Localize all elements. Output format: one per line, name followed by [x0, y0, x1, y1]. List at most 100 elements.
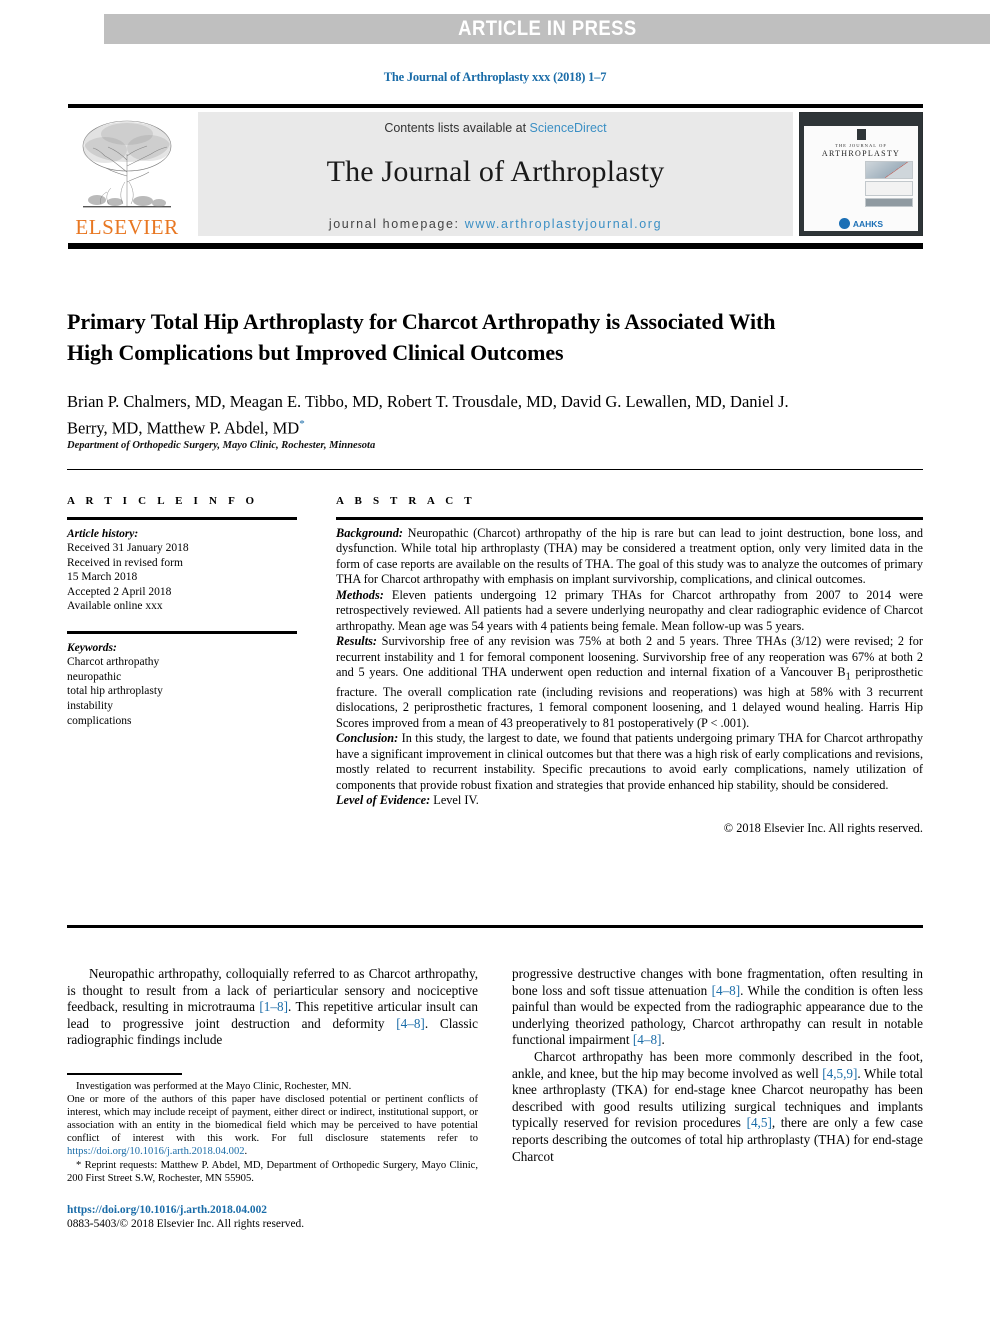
footnote-disclosure-text: One or more of the authors of this paper…	[67, 1094, 478, 1145]
body-column-left: Neuropathic arthropathy, colloquially re…	[67, 966, 478, 1231]
cover-title-line2: ARTHROPLASTY	[821, 149, 901, 158]
abstract-background: Background: Neuropathic (Charcot) arthro…	[336, 526, 923, 588]
abstract-results: Results: Survivorship free of any revisi…	[336, 634, 923, 731]
contents-available-line: Contents lists available at ScienceDirec…	[384, 121, 606, 135]
history-line: Received in revised form	[67, 556, 183, 569]
cover-figure-3	[865, 198, 913, 208]
body-paragraph: progressive destructive changes with bon…	[512, 966, 923, 1048]
abstract-background-label: Background:	[336, 525, 403, 540]
abstract-evidence-label: Level of Evidence:	[336, 793, 431, 808]
issn-copyright: 0883-5403/© 2018 Elsevier Inc. All right…	[67, 1217, 305, 1230]
journal-title: The Journal of Arthroplasty	[326, 155, 665, 188]
aahks-logo-icon	[838, 218, 850, 229]
keyword-item: total hip arthroplasty	[67, 685, 163, 698]
abstract-rule	[336, 517, 923, 520]
citation-ref[interactable]: [1–8]	[259, 999, 288, 1014]
keyword-item: neuropathic	[67, 670, 122, 683]
contents-prefix: Contents lists available at	[384, 121, 530, 135]
cover-society-footer: AAHKS	[804, 218, 918, 229]
abstract-section: A B S T R A C T Background: Neuropathic …	[336, 495, 923, 836]
article-history-label: Article history:	[67, 527, 139, 540]
abstract-conclusion: Conclusion: In this study, the largest t…	[336, 731, 923, 793]
masthead: ELSEVIER Contents lists available at Sci…	[68, 110, 923, 238]
abstract-bottom-rule	[67, 925, 923, 928]
abstract-methods-label: Methods:	[336, 587, 384, 602]
article-info-section: A R T I C L E I N F O Article history: R…	[67, 495, 297, 728]
abstract-conclusion-text: In this study, the largest to date, we f…	[336, 731, 924, 792]
masthead-center-panel: Contents lists available at ScienceDirec…	[198, 112, 793, 236]
doi-link[interactable]: https://doi.org/10.1016/j.arth.2018.04.0…	[67, 1203, 478, 1217]
footnote-divider	[67, 1072, 182, 1075]
abstract-background-text: Neuropathic (Charcot) arthropathy of the…	[336, 525, 923, 587]
abstract-results-text: Survivorship free of any revision was 75…	[336, 634, 923, 730]
article-in-press-banner: ARTICLE IN PRESS	[104, 14, 990, 44]
history-line: Available online xxx	[67, 600, 163, 613]
abstract-evidence: Level of Evidence: Level IV.	[336, 793, 923, 809]
abstract-heading: A B S T R A C T	[336, 495, 476, 507]
abstract-evidence-text: Level IV.	[430, 793, 479, 808]
keyword-item: Charcot arthropathy	[67, 656, 160, 669]
sciencedirect-link[interactable]: ScienceDirect	[530, 121, 607, 135]
keyword-item: instability	[67, 699, 113, 712]
keywords-block: Keywords: Charcot arthropathy neuropathi…	[67, 641, 297, 729]
cover-body	[809, 161, 913, 208]
journal-homepage-line: journal homepage: www.arthroplastyjourna…	[329, 217, 662, 231]
cover-text-column	[809, 161, 862, 207]
cover-top-bar	[804, 117, 918, 126]
cover-figure-1	[865, 161, 913, 179]
author-list: Brian P. Chalmers, MD, Meagan E. Tibbo, …	[67, 390, 827, 440]
elsevier-wordmark: ELSEVIER	[75, 215, 179, 239]
cover-figure-column	[865, 161, 913, 208]
keywords-label: Keywords:	[67, 641, 117, 654]
author-names: Brian P. Chalmers, MD, Meagan E. Tibbo, …	[67, 392, 789, 438]
keyword-item: complications	[67, 714, 132, 727]
masthead-top-rule	[68, 104, 923, 108]
cover-title-line1: THE JOURNAL OF	[835, 143, 887, 148]
citation-ref[interactable]: [4,5,9]	[822, 1066, 857, 1081]
running-head: The Journal of Arthroplasty xxx (2018) 1…	[383, 70, 607, 84]
masthead-bottom-rule	[68, 243, 923, 249]
article-in-press-label: ARTICLE IN PRESS	[457, 17, 637, 40]
abstract-copyright: © 2018 Elsevier Inc. All rights reserved…	[723, 820, 923, 835]
doi-block: https://doi.org/10.1016/j.arth.2018.04.0…	[67, 1203, 478, 1231]
corresponding-author-marker: *	[299, 418, 305, 430]
cover-figure-2	[865, 181, 913, 196]
citation-ref[interactable]: [4,5]	[747, 1115, 772, 1130]
body-paragraph: Neuropathic arthropathy, colloquially re…	[67, 966, 478, 1048]
body-column-right: progressive destructive changes with bon…	[512, 966, 923, 1165]
citation-ref[interactable]: [4–8]	[396, 1016, 425, 1031]
subscript: 1	[845, 671, 851, 683]
article-page: ARTICLE IN PRESS The Journal of Arthropl…	[0, 0, 990, 1320]
homepage-prefix: journal homepage:	[328, 217, 465, 231]
affiliation: Department of Orthopedic Surgery, Mayo C…	[67, 440, 376, 451]
footnote-reprint-text: Reprint requests: Matthew P. Abdel, MD, …	[67, 1159, 478, 1184]
abstract-methods: Methods: Eleven patients undergoing 12 p…	[336, 588, 923, 635]
authors-divider	[67, 469, 923, 470]
footnote-disclosure-link[interactable]: https://doi.org/10.1016/j.arth.2018.04.0…	[67, 1146, 245, 1157]
abstract-body: Background: Neuropathic (Charcot) arthro…	[336, 526, 923, 809]
page-title: Primary Total Hip Arthroplasty for Charc…	[67, 308, 776, 365]
citation-ref[interactable]: [4–8]	[712, 983, 741, 998]
body-paragraph: Charcot arthropathy has been more common…	[512, 1048, 923, 1164]
article-history-block: Article history: Received 31 January 201…	[67, 527, 297, 615]
history-line: 15 March 2018	[67, 571, 138, 584]
cover-inner: THE JOURNAL OF ARTHROPLASTY AAHKS	[804, 117, 918, 231]
keywords-rule	[67, 631, 297, 634]
footnote-investigation: Investigation was performed at the Mayo …	[76, 1080, 352, 1092]
abstract-conclusion-label: Conclusion:	[336, 731, 399, 746]
history-line: Accepted 2 April 2018	[67, 585, 172, 598]
footnote-reprint: * Reprint requests: Matthew P. Abdel, MD…	[67, 1159, 478, 1185]
citation-ref[interactable]: [4–8]	[633, 1032, 662, 1047]
elsevier-logo: ELSEVIER	[68, 112, 186, 238]
abstract-methods-text: Eleven patients undergoing 12 primary TH…	[336, 587, 923, 633]
history-line: Received 31 January 2018	[67, 542, 189, 555]
footnote-disclosure-end: .	[244, 1146, 248, 1158]
footnote-disclosure: One or more of the authors of this paper…	[67, 1093, 478, 1158]
elsevier-tree-icon	[82, 120, 172, 208]
aahks-label: AAHKS	[852, 218, 884, 229]
cover-mini-logo-icon	[856, 129, 866, 140]
journal-homepage-link[interactable]: www.arthroplastyjournal.org	[465, 217, 662, 231]
journal-cover-thumbnail: THE JOURNAL OF ARTHROPLASTY AAHKS	[799, 112, 923, 236]
article-info-rule	[67, 517, 297, 520]
abstract-results-label: Results:	[336, 634, 377, 648]
